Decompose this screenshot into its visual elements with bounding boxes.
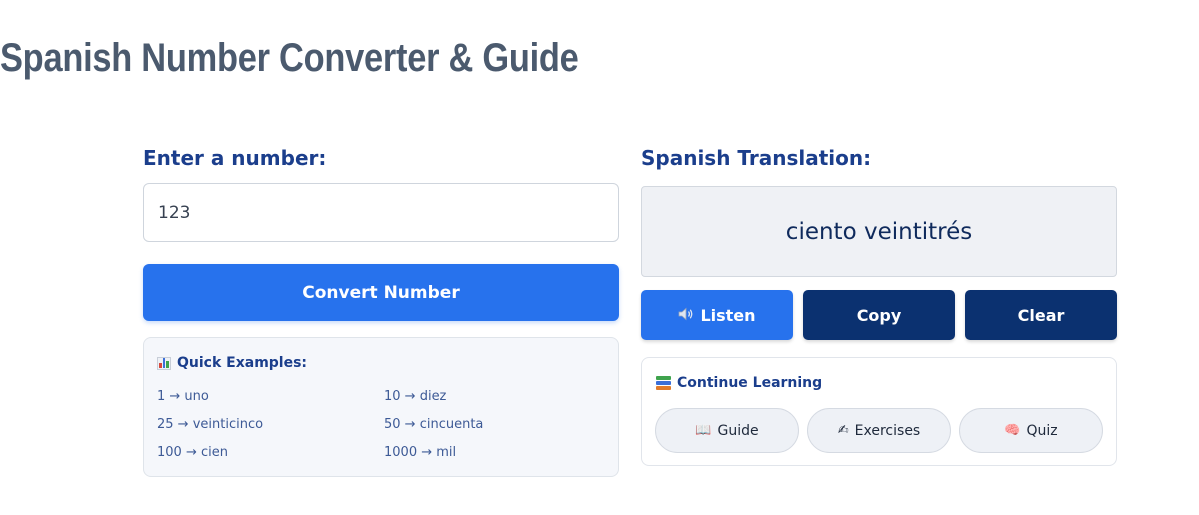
- example-item: 1 → uno: [157, 389, 209, 404]
- listen-button[interactable]: Listen: [641, 290, 793, 340]
- quick-examples-label: Quick Examples:: [177, 355, 308, 371]
- bar-chart-icon: [157, 356, 171, 370]
- guide-link-button[interactable]: 📖 Guide: [655, 408, 799, 453]
- example-item: 100 → cien: [157, 445, 228, 460]
- copy-button[interactable]: Copy: [803, 290, 955, 340]
- continue-learning-panel: Continue Learning 📖 Guide ✍ Exercises 🧠 …: [641, 357, 1117, 466]
- continue-learning-title: Continue Learning: [656, 375, 822, 391]
- quiz-label: Quiz: [1026, 422, 1058, 439]
- brain-icon: 🧠: [1004, 423, 1021, 438]
- quiz-link-button[interactable]: 🧠 Quiz: [959, 408, 1103, 453]
- example-item: 25 → veinticinco: [157, 417, 264, 432]
- writing-hand-icon: ✍: [837, 423, 849, 438]
- quick-examples-panel: Quick Examples: 1 → uno 10 → diez 25 → v…: [143, 337, 619, 477]
- example-item: 50 → cincuenta: [384, 417, 484, 432]
- listen-label: Listen: [700, 305, 756, 325]
- exercises-link-button[interactable]: ✍ Exercises: [807, 408, 951, 453]
- example-item: 1000 → mil: [384, 445, 457, 460]
- number-input[interactable]: [143, 183, 619, 242]
- clear-button[interactable]: Clear: [965, 290, 1117, 340]
- continue-learning-label: Continue Learning: [677, 375, 823, 391]
- number-input-label: Enter a number:: [143, 146, 327, 170]
- convert-number-button[interactable]: Convert Number: [143, 264, 619, 321]
- books-icon: [656, 376, 671, 390]
- translation-text: ciento veintitrés: [785, 218, 973, 245]
- exercises-label: Exercises: [854, 422, 921, 439]
- translation-output: ciento veintitrés: [641, 186, 1117, 277]
- guide-label: Guide: [717, 422, 759, 439]
- quick-examples-title: Quick Examples:: [157, 355, 307, 371]
- translation-label: Spanish Translation:: [641, 146, 872, 170]
- example-item: 10 → diez: [384, 389, 447, 404]
- book-icon: 📖: [695, 423, 712, 438]
- page-title: Spanish Number Converter & Guide: [0, 36, 579, 80]
- speaker-icon: [678, 306, 694, 325]
